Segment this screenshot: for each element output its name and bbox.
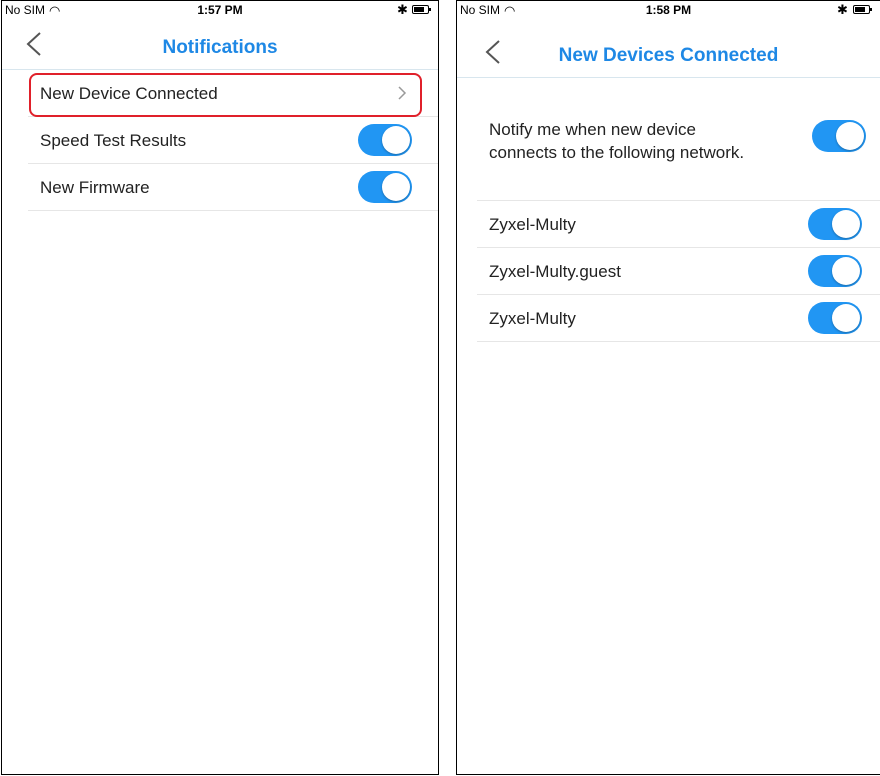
row-label: Speed Test Results [40, 131, 187, 150]
status-bar: No SIM ◠ 1:57 PM ✱ [2, 1, 438, 19]
status-bar: No SIM ◠ 1:58 PM ✱ [457, 1, 880, 19]
page-title: New Devices Connected [558, 45, 779, 66]
network-label: Zyxel-Multy [489, 215, 576, 234]
bluetooth-icon: ✱ [397, 2, 408, 17]
network-toggle[interactable] [808, 302, 862, 334]
highlight-box [29, 73, 422, 117]
speed-test-toggle[interactable] [358, 124, 412, 156]
nav-bar: Notifications [2, 19, 438, 70]
new-devices-connected-screen: No SIM ◠ 1:58 PM ✱ New Devices Connected … [456, 0, 880, 775]
row-new-firmware: New Firmware [28, 164, 438, 211]
row-speed-test-results: Speed Test Results [28, 117, 438, 164]
network-label: Zyxel-Multy.guest [489, 262, 621, 281]
network-label: Zyxel-Multy [489, 309, 576, 328]
notify-text-line1: Notify me when new device [489, 120, 696, 139]
bluetooth-icon: ✱ [837, 2, 848, 17]
notify-setting: Notify me when new device connects to th… [477, 78, 880, 201]
network-row: Zyxel-Multy [477, 295, 880, 342]
nav-bar: New Devices Connected [457, 19, 880, 78]
battery-icon [412, 5, 431, 14]
notify-toggle[interactable] [812, 120, 866, 152]
network-toggle[interactable] [808, 208, 862, 240]
new-firmware-toggle[interactable] [358, 171, 412, 203]
battery-icon [853, 5, 872, 14]
page-title: Notifications [162, 37, 278, 58]
notify-text-line2: connects to the following network. [489, 143, 745, 162]
network-row: Zyxel-Multy.guest [477, 248, 880, 295]
network-row: Zyxel-Multy [477, 201, 880, 248]
status-time: 1:58 PM [645, 3, 692, 17]
network-toggle[interactable] [808, 255, 862, 287]
status-time: 1:57 PM [197, 3, 243, 17]
row-label: New Firmware [40, 178, 150, 197]
